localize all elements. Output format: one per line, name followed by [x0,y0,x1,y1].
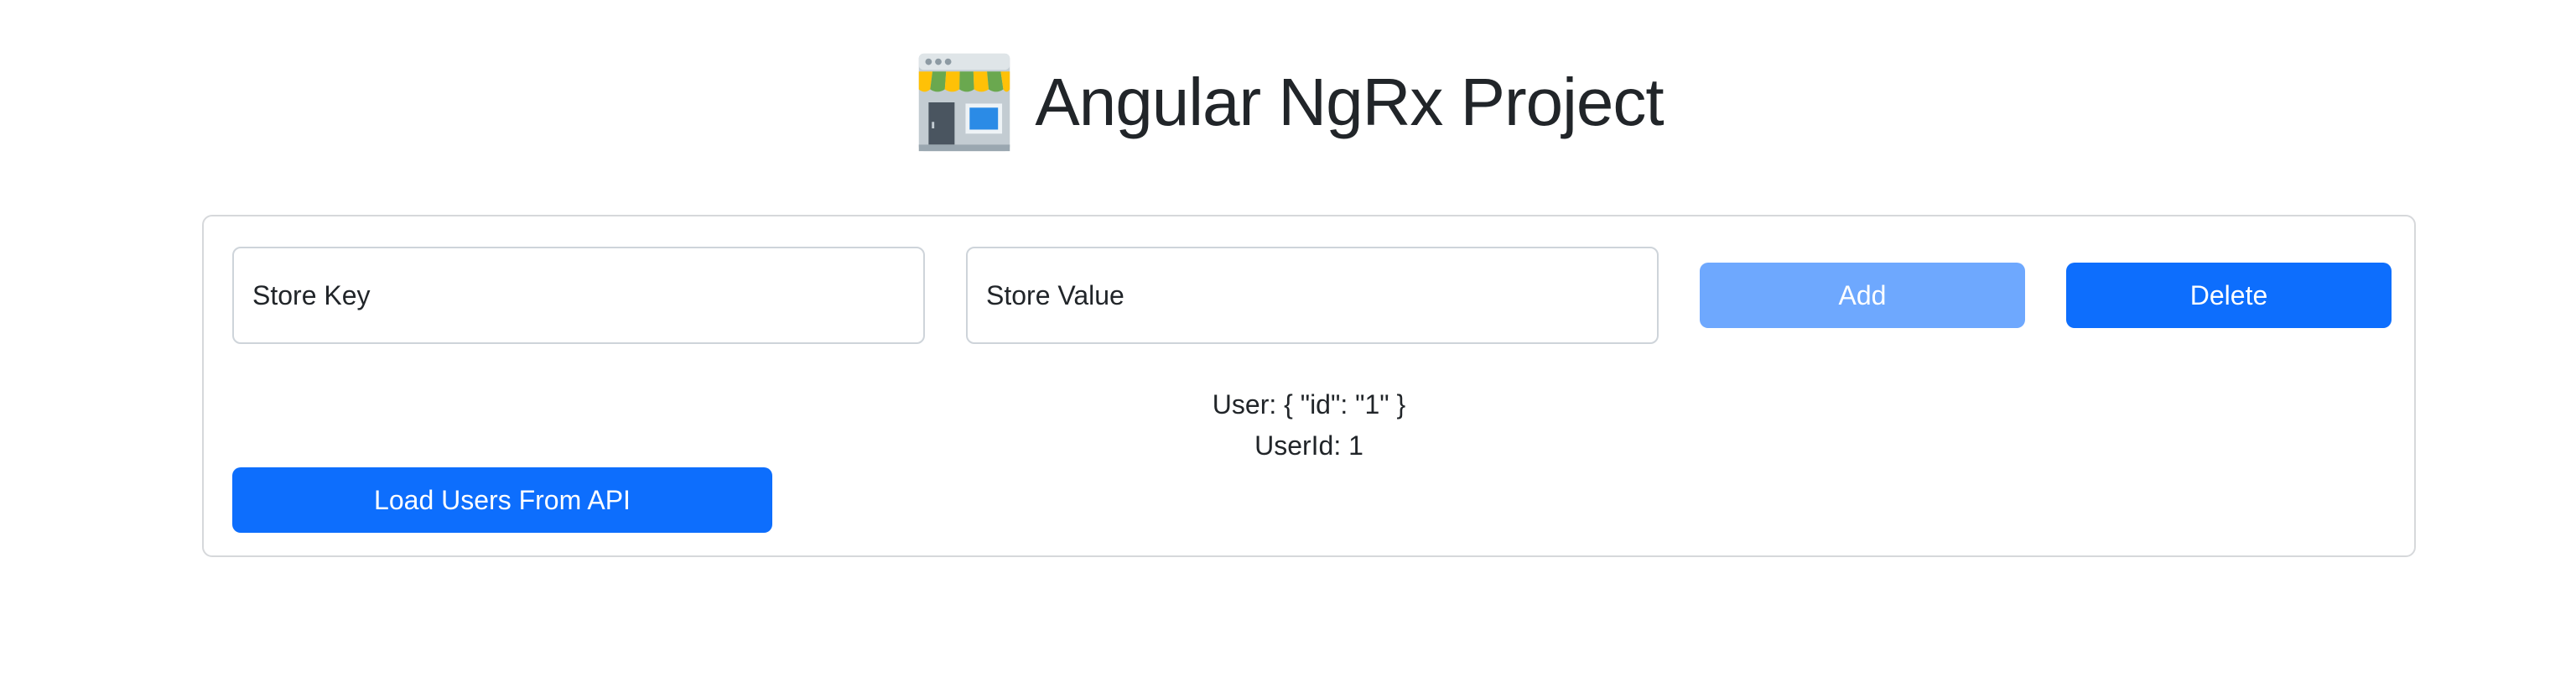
store-card: Add Delete User: { "id": "1" } UserId: 1… [202,215,2416,557]
page-title: Angular NgRx Project [1035,65,1664,139]
storefront-icon [919,53,1010,152]
store-key-input[interactable] [232,247,925,344]
user-state-text: User: { "id": "1" } [1212,389,1406,420]
delete-button[interactable]: Delete [2066,263,2392,328]
add-button[interactable]: Add [1700,263,2025,328]
store-value-input[interactable] [966,247,1659,344]
load-users-button[interactable]: Load Users From API [232,467,772,533]
app-header: Angular NgRx Project [0,44,2576,161]
app-page: Angular NgRx Project Add Delete User: { … [0,0,2576,688]
userid-state-text: UserId: 1 [1254,430,1363,461]
